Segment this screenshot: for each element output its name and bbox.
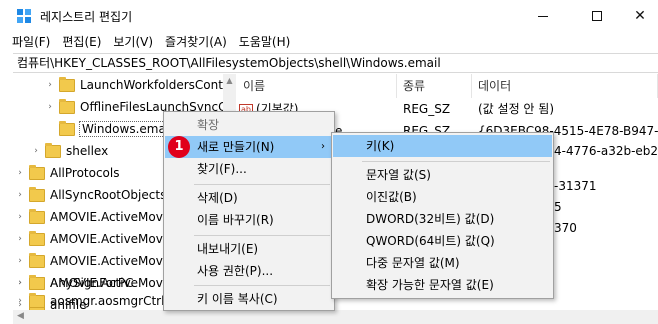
tree-item-label: AnySignForPC: [50, 276, 134, 290]
new-submenu: 키(K) 문자열 값(S) 이진값(B) DWORD(32비트) 값(D) QW…: [331, 132, 554, 299]
folder-icon: [59, 120, 75, 136]
tree-item-selected[interactable]: Windows.email: [45, 118, 176, 140]
maximize-button[interactable]: [574, 0, 620, 32]
expand-icon[interactable]: ›: [15, 212, 25, 222]
tree-item[interactable]: › AllProtocols: [15, 162, 120, 184]
folder-icon: [29, 230, 45, 246]
tree-item-label: shellex: [66, 144, 109, 158]
window-title: 레지스트리 편집기: [40, 10, 133, 24]
tree-item[interactable]: › AMOVIE.ActiveMovie: [15, 228, 174, 250]
context-rename[interactable]: 이름 바꾸기(R): [165, 209, 333, 231]
context-copy-key-name[interactable]: 키 이름 복사(C): [165, 288, 333, 310]
menu-separator: [194, 184, 330, 185]
close-icon: ✕: [634, 8, 646, 24]
folder-icon: [29, 164, 45, 180]
tree-item[interactable]: › shellex: [31, 140, 108, 162]
tree-item[interactable]: › AMOVIE.ActiveMovie: [15, 206, 174, 228]
context-permissions[interactable]: 사용 권한(P)...: [165, 260, 333, 282]
tree-item-label: AMOVIE.ActiveMovie: [50, 254, 174, 268]
submenu-multi-string-value[interactable]: 다중 문자열 값(M): [333, 252, 552, 274]
menu-separator: [362, 161, 550, 162]
folder-icon: [29, 186, 45, 202]
column-header-type[interactable]: 종류: [397, 74, 472, 98]
submenu-string-value[interactable]: 문자열 값(S): [333, 164, 552, 186]
scroll-up-icon[interactable]: ▲: [223, 76, 236, 85]
tree-item[interactable]: › aosmgr.aosmgrCtrl.1: [15, 290, 176, 312]
folder-icon: [29, 274, 45, 290]
maximize-icon: [592, 11, 602, 21]
submenu-qword-value[interactable]: QWORD(64비트) 값(Q): [333, 230, 552, 252]
context-export[interactable]: 내보내기(E): [165, 238, 333, 260]
folder-icon: [29, 292, 45, 308]
tree-item-label: AllProtocols: [50, 166, 120, 180]
folder-icon: [29, 252, 45, 268]
registry-editor-icon: [17, 9, 31, 23]
context-delete[interactable]: 삭제(D): [165, 187, 333, 209]
menu-favorites[interactable]: 즐겨찾기(A): [159, 32, 233, 52]
expand-icon[interactable]: ›: [15, 234, 25, 244]
context-new[interactable]: 새로 만들기(N) ›: [165, 136, 333, 158]
value-data: 4-4776-a32b-eb24: [554, 144, 658, 158]
submenu-arrow-icon: ›: [321, 141, 325, 152]
tree-item-label: AllSyncRootObjects: [50, 188, 167, 202]
submenu-key[interactable]: 키(K): [333, 135, 552, 157]
submenu-binary-value[interactable]: 이진값(B): [333, 186, 552, 208]
folder-icon: [59, 76, 75, 92]
tree-item-label: aosmgr.aosmgrCtrl.1: [50, 294, 176, 308]
column-header-data[interactable]: 데이터: [472, 74, 658, 98]
tree-item-label: AMOVIE.ActiveMovie: [50, 232, 174, 246]
step-badge: 1: [168, 136, 190, 158]
menu-separator: [194, 235, 330, 236]
folder-icon: [29, 208, 45, 224]
menu-edit[interactable]: 편집(E): [56, 32, 107, 52]
expand-icon[interactable]: ›: [15, 168, 25, 178]
horizontal-scrollbar[interactable]: ◀: [13, 310, 658, 324]
value-data: 370: [554, 221, 577, 235]
tree-item-label: AMOVIE.ActiveMovie: [50, 210, 174, 224]
folder-icon: [45, 142, 61, 158]
menu-bar: 파일(F) 편집(E) 보기(V) 즐겨찾기(A) 도움말(H): [0, 32, 658, 52]
expand-icon[interactable]: ›: [45, 80, 55, 90]
context-expand: 확장: [197, 118, 220, 132]
value-type: REG_SZ: [403, 102, 451, 116]
title-bar: 레지스트리 편집기 ✕: [0, 0, 658, 32]
value-data: 5: [554, 200, 562, 214]
folder-icon: [59, 98, 75, 114]
context-find[interactable]: 찾기(F)...: [165, 158, 333, 180]
menu-file[interactable]: 파일(F): [6, 32, 56, 52]
expand-icon[interactable]: ›: [15, 278, 25, 288]
expand-icon[interactable]: ›: [45, 102, 55, 112]
tree-item-label: Windows.email: [78, 121, 176, 137]
submenu-dword-value[interactable]: DWORD(32비트) 값(D): [333, 208, 552, 230]
submenu-expandable-string-value[interactable]: 확장 가능한 문자열 값(E): [333, 274, 552, 296]
tree-item[interactable]: › AllSyncRootObjects: [15, 184, 166, 206]
expand-icon[interactable]: ›: [15, 256, 25, 266]
expand-icon[interactable]: ›: [15, 190, 25, 200]
value-data: -31371: [554, 179, 597, 193]
expand-icon[interactable]: ›: [31, 146, 41, 156]
scroll-left-icon[interactable]: ◀: [17, 311, 24, 321]
address-bar[interactable]: 컴퓨터\HKEY_CLASSES_ROOT\AllFilesystemObjec…: [13, 53, 658, 73]
minimize-button[interactable]: [520, 0, 566, 32]
minimize-icon: [538, 15, 548, 17]
tree-item[interactable]: › LaunchWorkfoldersContro: [45, 74, 235, 96]
column-header-name[interactable]: 이름: [237, 74, 397, 98]
close-button[interactable]: ✕: [622, 0, 658, 32]
menu-help[interactable]: 도움말(H): [233, 32, 297, 52]
expand-icon[interactable]: ›: [15, 296, 25, 306]
context-new-label: 새로 만들기(N): [197, 140, 275, 154]
value-data: (값 설정 안 됨): [478, 102, 555, 116]
tree-item[interactable]: › AMOVIE.ActiveMovie: [15, 250, 174, 272]
menu-separator: [194, 285, 330, 286]
tree-item-label: LaunchWorkfoldersContro: [80, 78, 235, 92]
menu-view[interactable]: 보기(V): [107, 32, 159, 52]
